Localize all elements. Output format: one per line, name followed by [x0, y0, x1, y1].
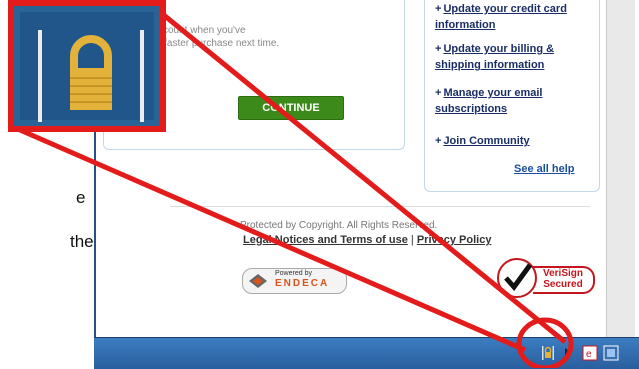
link-separator: |	[407, 234, 417, 246]
partial-text-line-1: e	[76, 188, 86, 207]
help-item-email[interactable]: + Manage your email subscriptions	[435, 85, 542, 117]
account-text-line-1: ccount when you've	[158, 25, 246, 36]
help-item-credit-card[interactable]: + Update your credit card information	[435, 1, 567, 33]
checkmark-icon	[504, 263, 533, 291]
help-link-label[interactable]: Join Community	[443, 135, 529, 147]
plus-icon: +	[435, 135, 442, 147]
help-link-label[interactable]: Update your billing &	[443, 43, 554, 55]
verisign-text: VeriSign Secured	[533, 266, 595, 294]
help-link-label[interactable]: Update your credit card	[443, 3, 566, 15]
plus-icon: +	[435, 87, 442, 99]
plus-icon: +	[435, 43, 442, 55]
legal-notices-link[interactable]: Legal Notices and Terms of use	[243, 234, 408, 246]
verisign-secured: Secured	[543, 279, 583, 290]
help-link-label[interactable]: shipping information	[435, 59, 544, 71]
endeca-name: ENDECA	[275, 278, 330, 289]
svg-text:e: e	[586, 349, 592, 360]
help-link-label[interactable]: Manage your email	[443, 87, 542, 99]
account-text-line-2: r faster purchase next time.	[158, 38, 280, 49]
app-icon[interactable]	[603, 345, 619, 361]
help-item-community[interactable]: + Join Community	[435, 133, 530, 149]
help-box: + Update your credit card information + Up…	[424, 0, 600, 192]
verisign-badge[interactable]: VeriSign Secured	[497, 258, 601, 298]
verisign-check-icon	[497, 258, 537, 298]
zoomed-lock-inset	[8, 0, 166, 132]
status-bar-icons: e	[540, 343, 619, 363]
lock-icon[interactable]	[540, 345, 556, 361]
help-link-label[interactable]: information	[435, 19, 496, 31]
verisign-name: VeriSign	[542, 268, 583, 279]
see-all-help-link[interactable]: See all help	[514, 163, 575, 175]
footer-divider	[170, 206, 590, 207]
partial-text-line-2: the	[70, 232, 94, 251]
endeca-badge[interactable]: Powered by ENDECA	[242, 268, 347, 294]
plus-icon: +	[435, 3, 442, 15]
endeca-powered-text: Powered by	[275, 270, 312, 277]
continue-button[interactable]: CONTINUE	[238, 96, 344, 120]
copyright-text: Protected by Copyright. All Rights Reser…	[240, 220, 438, 231]
endeca-logo-icon	[249, 274, 267, 288]
ie-icon[interactable]: e	[582, 345, 598, 361]
account-box-text: ccount when you've r faster purchase nex…	[158, 24, 348, 50]
legal-links: Legal Notices and Terms of use | Privacy…	[243, 234, 491, 246]
help-item-billing[interactable]: + Update your billing & shipping informat…	[435, 41, 554, 73]
separator-icon	[565, 348, 572, 358]
help-link-label[interactable]: subscriptions	[435, 103, 507, 115]
privacy-policy-link[interactable]: Privacy Policy	[417, 234, 492, 246]
vertical-scrollbar[interactable]	[606, 0, 635, 337]
lock-icon	[38, 30, 144, 122]
